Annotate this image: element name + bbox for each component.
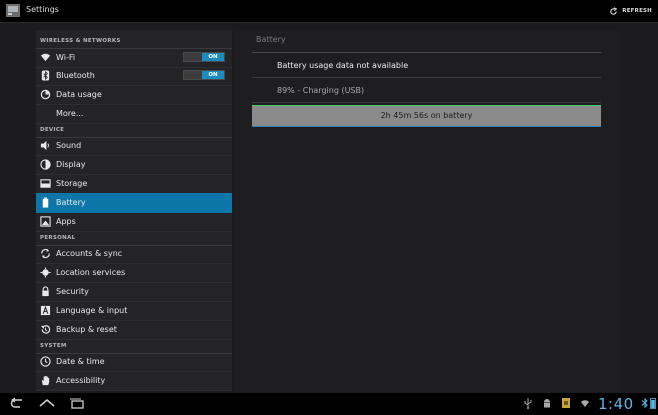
section-label: PERSONAL <box>40 235 76 241</box>
charge-level-line <box>252 105 601 106</box>
sidebar-item-wifi[interactable]: Wi-Fi ON <box>36 48 232 68</box>
sidebar-item-display[interactable]: Display <box>36 155 232 175</box>
sidebar-item-label: Wi-Fi <box>56 53 76 62</box>
status-clock[interactable]: 1:40 <box>598 395 634 413</box>
time-on-battery: 2h 45m 56s on battery <box>380 111 473 120</box>
sidebar-item-battery[interactable]: Battery <box>36 193 232 213</box>
apps-icon <box>40 216 51 227</box>
toggle-on-label: ON <box>202 71 224 79</box>
language-icon <box>40 305 51 316</box>
refresh-label: REFRESH <box>622 8 652 14</box>
sidebar-item-date-time[interactable]: Date & time <box>36 352 232 372</box>
storage-icon <box>40 179 51 188</box>
backup-icon <box>40 325 51 334</box>
sidebar-item-sound[interactable]: Sound <box>36 136 232 156</box>
clock-icon <box>40 356 51 367</box>
section-header-wireless: WIRELESS & NETWORKS <box>36 32 232 49</box>
bluetooth-icon <box>41 70 50 81</box>
sidebar-item-label: Data usage <box>56 90 102 99</box>
sidebar-item-label: Accounts & sync <box>56 249 123 258</box>
sidebar-item-label: Display <box>56 160 86 169</box>
section-label: DEVICE <box>40 127 65 133</box>
back-button[interactable] <box>8 396 26 412</box>
battery-icon <box>42 197 49 208</box>
sidebar-item-label: Sound <box>56 141 82 150</box>
sidebar-item-label: Location services <box>56 268 126 277</box>
sidebar-item-data-usage[interactable]: Data usage <box>36 85 232 105</box>
sidebar-item-bluetooth[interactable]: Bluetooth ON <box>36 66 232 86</box>
wifi-status-icon <box>581 400 589 407</box>
sidebar-item-label: Storage <box>56 179 88 188</box>
system-bar: 1:40 <box>0 393 658 415</box>
sidebar-item-accessibility[interactable]: Accessibility <box>36 371 232 391</box>
section-label: SYSTEM <box>40 343 67 349</box>
app-title: Settings <box>26 5 59 14</box>
sidebar-item-location[interactable]: Location services <box>36 263 232 283</box>
wifi-icon <box>40 53 51 62</box>
bluetooth-toggle[interactable]: ON <box>183 70 225 80</box>
settings-app-icon[interactable] <box>6 4 20 17</box>
row-divider <box>252 102 601 103</box>
sidebar-item-label: Battery <box>56 198 86 207</box>
refresh-icon <box>610 6 618 15</box>
sidebar-item-storage[interactable]: Storage <box>36 174 232 194</box>
battery-detail-pane: Battery Battery usage data not available… <box>234 30 620 391</box>
location-icon <box>40 267 51 278</box>
home-button[interactable] <box>38 396 56 412</box>
lock-icon <box>42 286 49 297</box>
sound-icon <box>40 140 49 151</box>
sidebar-item-security[interactable]: Security <box>36 282 232 302</box>
sidebar-item-label: Apps <box>56 217 76 226</box>
settings-screen: Settings REFRESH WIRELESS & NETWORKS Wi-… <box>0 0 658 415</box>
usb-icon <box>524 398 532 409</box>
data-usage-icon <box>40 89 51 100</box>
row-divider <box>252 77 601 78</box>
battery-history-graph[interactable]: 2h 45m 56s on battery <box>252 105 601 127</box>
sidebar-item-label: Date & time <box>56 357 105 366</box>
action-bar: Settings REFRESH <box>0 0 658 23</box>
settings-sidebar: WIRELESS & NETWORKS Wi-Fi ON Bluetooth O… <box>36 30 232 391</box>
toggle-on-label: ON <box>202 53 224 61</box>
sync-icon <box>41 248 50 259</box>
sidebar-item-label: Backup & reset <box>56 325 117 334</box>
charging-indicator-line <box>252 126 601 127</box>
sidebar-item-label: Accessibility <box>56 376 106 385</box>
sidebar-item-language-input[interactable]: Language & input <box>36 301 232 321</box>
recent-apps-button[interactable] <box>68 396 86 412</box>
bluetooth-status-icon <box>641 397 648 409</box>
wifi-toggle[interactable]: ON <box>183 52 225 62</box>
title-divider <box>252 52 601 53</box>
hand-icon <box>41 375 50 386</box>
sidebar-item-accounts-sync[interactable]: Accounts & sync <box>36 244 232 264</box>
section-label: WIRELESS & NETWORKS <box>40 38 121 44</box>
sidebar-item-label: Bluetooth <box>56 71 95 80</box>
display-icon <box>40 159 51 170</box>
android-debug-icon <box>544 399 550 408</box>
sidebar-item-label: Security <box>56 287 89 296</box>
detail-title: Battery <box>256 35 286 44</box>
usage-message: Battery usage data not available <box>277 61 409 70</box>
charge-status: 89% - Charging (USB) <box>277 86 365 95</box>
sd-card-icon <box>562 398 570 408</box>
sidebar-item-label: More... <box>56 109 84 118</box>
battery-charging-icon <box>650 398 656 409</box>
refresh-button[interactable]: REFRESH <box>609 3 652 19</box>
sidebar-item-label: Language & input <box>56 306 128 315</box>
